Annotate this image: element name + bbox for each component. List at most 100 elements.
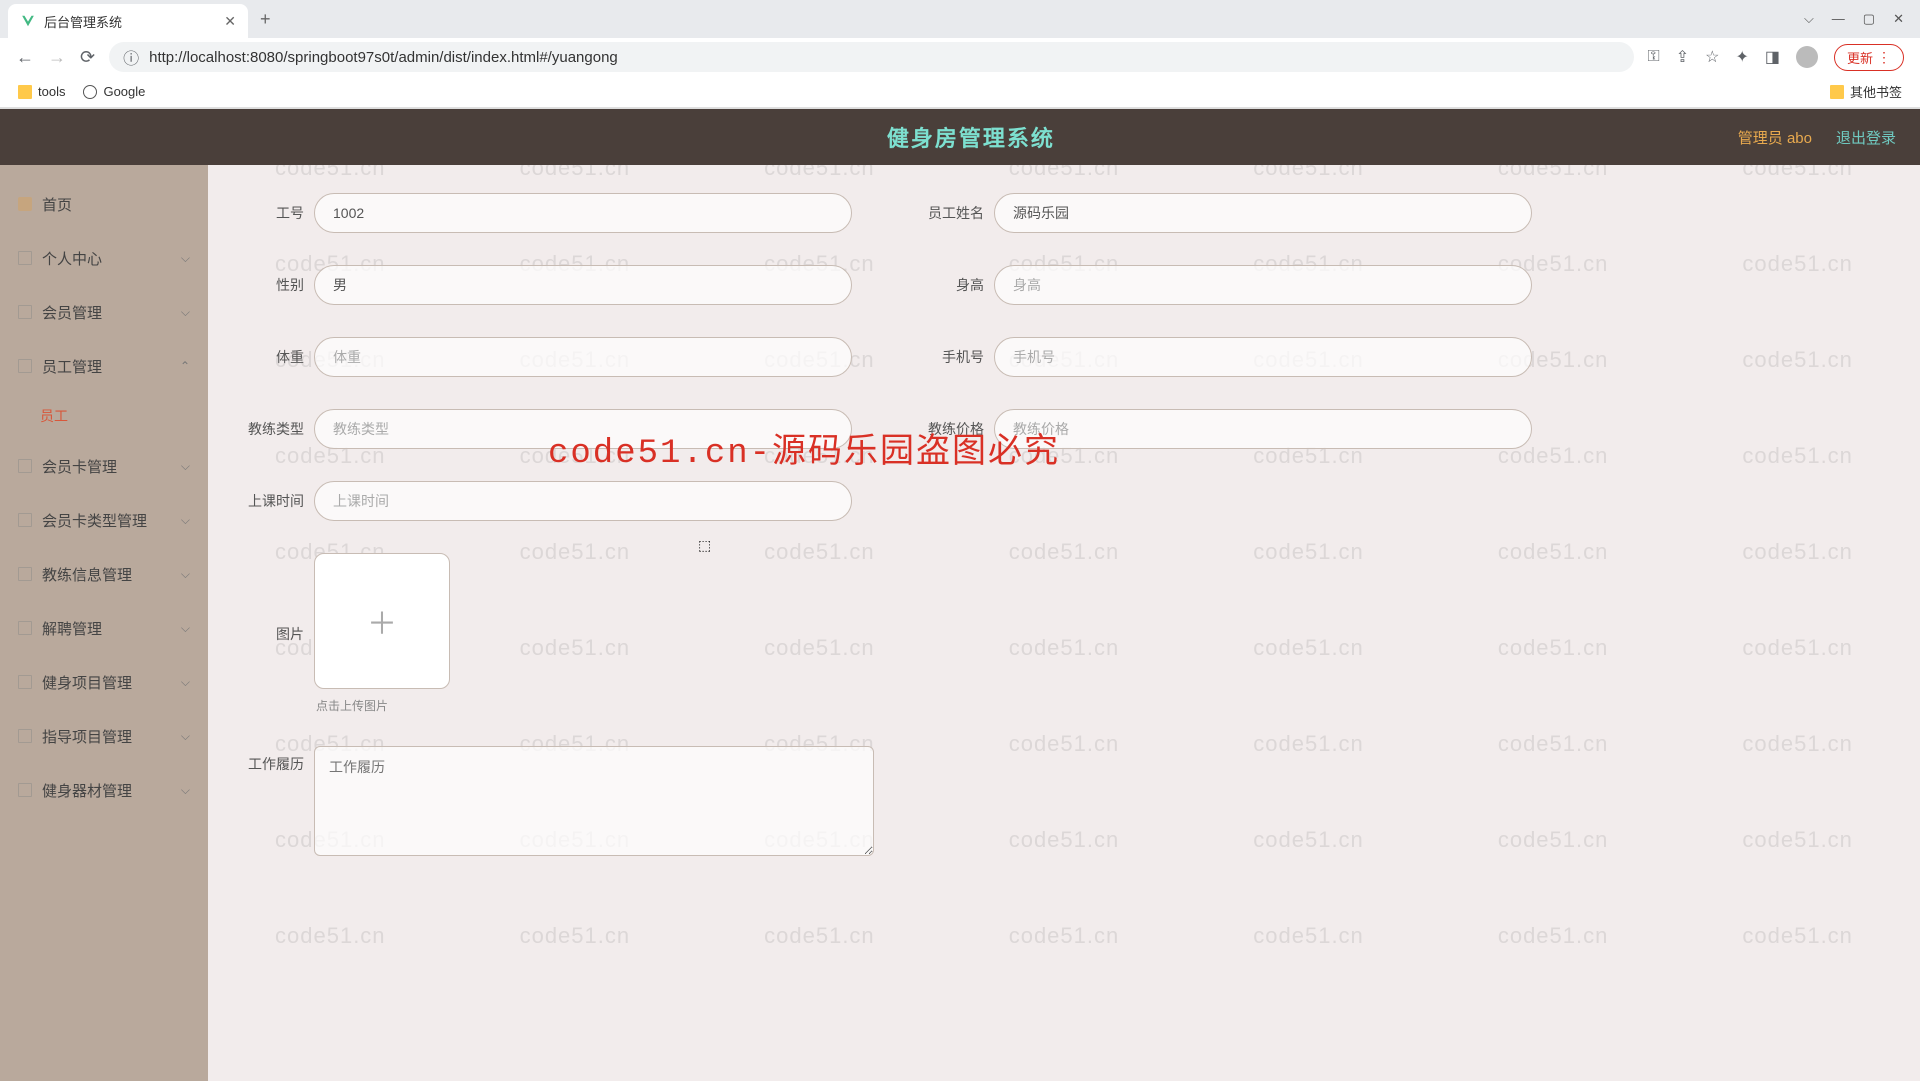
label-height: 身高 xyxy=(912,275,984,295)
sidebar-subitem-employee[interactable]: 员工 xyxy=(0,393,208,439)
chevron-down-icon: ⌵ xyxy=(181,305,190,320)
input-class-time[interactable] xyxy=(314,481,852,521)
chevron-down-icon: ⌵ xyxy=(181,459,190,474)
star-icon[interactable]: ☆ xyxy=(1705,47,1719,67)
plus-icon: ＋ xyxy=(367,599,397,643)
tab-menu-icon[interactable]: ⌵ xyxy=(1804,11,1814,27)
forward-button[interactable]: → xyxy=(48,47,66,68)
input-weight[interactable] xyxy=(314,337,852,377)
sidebar-item-fitproject[interactable]: 健身项目管理⌵ xyxy=(0,655,208,709)
input-coach-type[interactable] xyxy=(314,409,852,449)
tab-close-icon[interactable]: ✕ xyxy=(224,13,236,30)
bookmark-google[interactable]: Google xyxy=(83,84,145,99)
window-controls: ⌵ — ▢ ✕ xyxy=(1804,11,1920,27)
textarea-resume[interactable] xyxy=(314,746,874,856)
minimize-icon[interactable]: — xyxy=(1832,11,1845,27)
doc-icon xyxy=(18,621,32,635)
field-employee-id: 工号 xyxy=(232,193,852,233)
share-icon[interactable]: ⇪ xyxy=(1676,47,1689,67)
label-gender: 性别 xyxy=(232,275,304,295)
field-name: 员工姓名 xyxy=(912,193,1532,233)
app-header: 健身房管理系统 管理员 abo 退出登录 xyxy=(0,109,1920,165)
doc-icon xyxy=(18,251,32,265)
field-resume: 工作履历 xyxy=(232,746,1896,856)
header-actions: 管理员 abo 退出登录 xyxy=(1738,127,1896,148)
admin-link[interactable]: 管理员 abo xyxy=(1738,127,1812,148)
new-tab-button[interactable]: + xyxy=(248,9,283,30)
field-class-time: 上课时间 xyxy=(232,481,852,521)
label-coach-type: 教练类型 xyxy=(232,419,304,439)
extensions-icon[interactable]: ✦ xyxy=(1735,47,1748,67)
info-icon[interactable]: ⓘ xyxy=(123,45,139,69)
bookmarks-bar: tools Google 其他书签 xyxy=(0,76,1920,108)
input-phone[interactable] xyxy=(994,337,1532,377)
app-title: 健身房管理系统 xyxy=(204,121,1738,153)
back-button[interactable]: ← xyxy=(16,47,34,68)
sidebar: 首页 个人中心⌵ 会员管理⌵ 员工管理⌃ 员工 会员卡管理⌵ 会员卡类型管理⌵ … xyxy=(0,165,208,1081)
app-body: 首页 个人中心⌵ 会员管理⌵ 员工管理⌃ 员工 会员卡管理⌵ 会员卡类型管理⌵ … xyxy=(0,165,1920,1081)
app-root: 健身房管理系统 管理员 abo 退出登录 首页 个人中心⌵ 会员管理⌵ 员工管理… xyxy=(0,109,1920,1081)
logout-link[interactable]: 退出登录 xyxy=(1836,127,1896,148)
label-name: 员工姓名 xyxy=(912,203,984,223)
doc-icon xyxy=(18,567,32,581)
field-weight: 体重 xyxy=(232,337,852,377)
input-name[interactable] xyxy=(994,193,1532,233)
sidebar-item-equipment[interactable]: 健身器材管理⌵ xyxy=(0,763,208,817)
sidebar-item-employee[interactable]: 员工管理⌃ xyxy=(0,339,208,393)
globe-icon xyxy=(83,85,97,99)
home-icon xyxy=(18,197,32,211)
sidebar-item-cardtype[interactable]: 会员卡类型管理⌵ xyxy=(0,493,208,547)
chevron-up-icon: ⌃ xyxy=(180,359,190,373)
field-phone: 手机号 xyxy=(912,337,1532,377)
label-resume: 工作履历 xyxy=(232,754,304,774)
input-height[interactable] xyxy=(994,265,1532,305)
address-bar[interactable]: ⓘ xyxy=(109,42,1633,72)
sidebar-item-card[interactable]: 会员卡管理⌵ xyxy=(0,439,208,493)
field-coach-type: 教练类型 xyxy=(232,409,852,449)
close-window-icon[interactable]: ✕ xyxy=(1893,11,1904,27)
key-icon[interactable]: ⚿ xyxy=(1648,48,1660,66)
chevron-down-icon: ⌵ xyxy=(181,513,190,528)
sidebar-item-home[interactable]: 首页 xyxy=(0,177,208,231)
sidebar-item-profile[interactable]: 个人中心⌵ xyxy=(0,231,208,285)
sidebar-item-coachinfo[interactable]: 教练信息管理⌵ xyxy=(0,547,208,601)
other-bookmarks[interactable]: 其他书签 xyxy=(1830,82,1902,101)
favicon-vue-icon xyxy=(20,13,36,29)
sidebar-item-guideproject[interactable]: 指导项目管理⌵ xyxy=(0,709,208,763)
field-height: 身高 xyxy=(912,265,1532,305)
chevron-down-icon: ⌵ xyxy=(181,675,190,690)
input-coach-price[interactable] xyxy=(994,409,1532,449)
doc-icon xyxy=(18,513,32,527)
sidebar-item-dismiss[interactable]: 解聘管理⌵ xyxy=(0,601,208,655)
folder-icon xyxy=(18,85,32,99)
chevron-down-icon: ⌵ xyxy=(181,621,190,636)
label-class-time: 上课时间 xyxy=(232,491,304,511)
label-image: 图片 xyxy=(232,624,304,644)
doc-icon xyxy=(18,729,32,743)
sidebar-item-member[interactable]: 会员管理⌵ xyxy=(0,285,208,339)
update-button[interactable]: 更新 ⋮ xyxy=(1834,44,1904,71)
field-coach-price: 教练价格 xyxy=(912,409,1532,449)
doc-icon xyxy=(18,305,32,319)
sidepanel-icon[interactable]: ◨ xyxy=(1765,47,1780,67)
input-gender[interactable] xyxy=(314,265,852,305)
label-coach-price: 教练价格 xyxy=(912,419,984,439)
main-content: code51.cncode51.cncode51.cncode51.cncode… xyxy=(208,165,1920,1081)
image-upload[interactable]: ＋ xyxy=(314,553,450,689)
maximize-icon[interactable]: ▢ xyxy=(1863,11,1875,27)
browser-tab[interactable]: 后台管理系统 ✕ xyxy=(8,4,248,38)
employee-form: 工号 员工姓名 性别 身高 xyxy=(232,193,1896,856)
profile-icon[interactable] xyxy=(1796,46,1818,68)
bookmark-tools[interactable]: tools xyxy=(18,84,65,99)
reload-button[interactable]: ⟳ xyxy=(80,47,95,68)
doc-icon xyxy=(18,675,32,689)
doc-icon xyxy=(18,783,32,797)
chevron-down-icon: ⌵ xyxy=(181,729,190,744)
label-weight: 体重 xyxy=(232,347,304,367)
chevron-down-icon: ⌵ xyxy=(181,567,190,582)
url-input[interactable] xyxy=(149,49,1619,66)
label-employee-id: 工号 xyxy=(232,203,304,223)
doc-icon xyxy=(18,459,32,473)
input-employee-id[interactable] xyxy=(314,193,852,233)
tab-bar: 后台管理系统 ✕ + ⌵ — ▢ ✕ xyxy=(0,0,1920,38)
